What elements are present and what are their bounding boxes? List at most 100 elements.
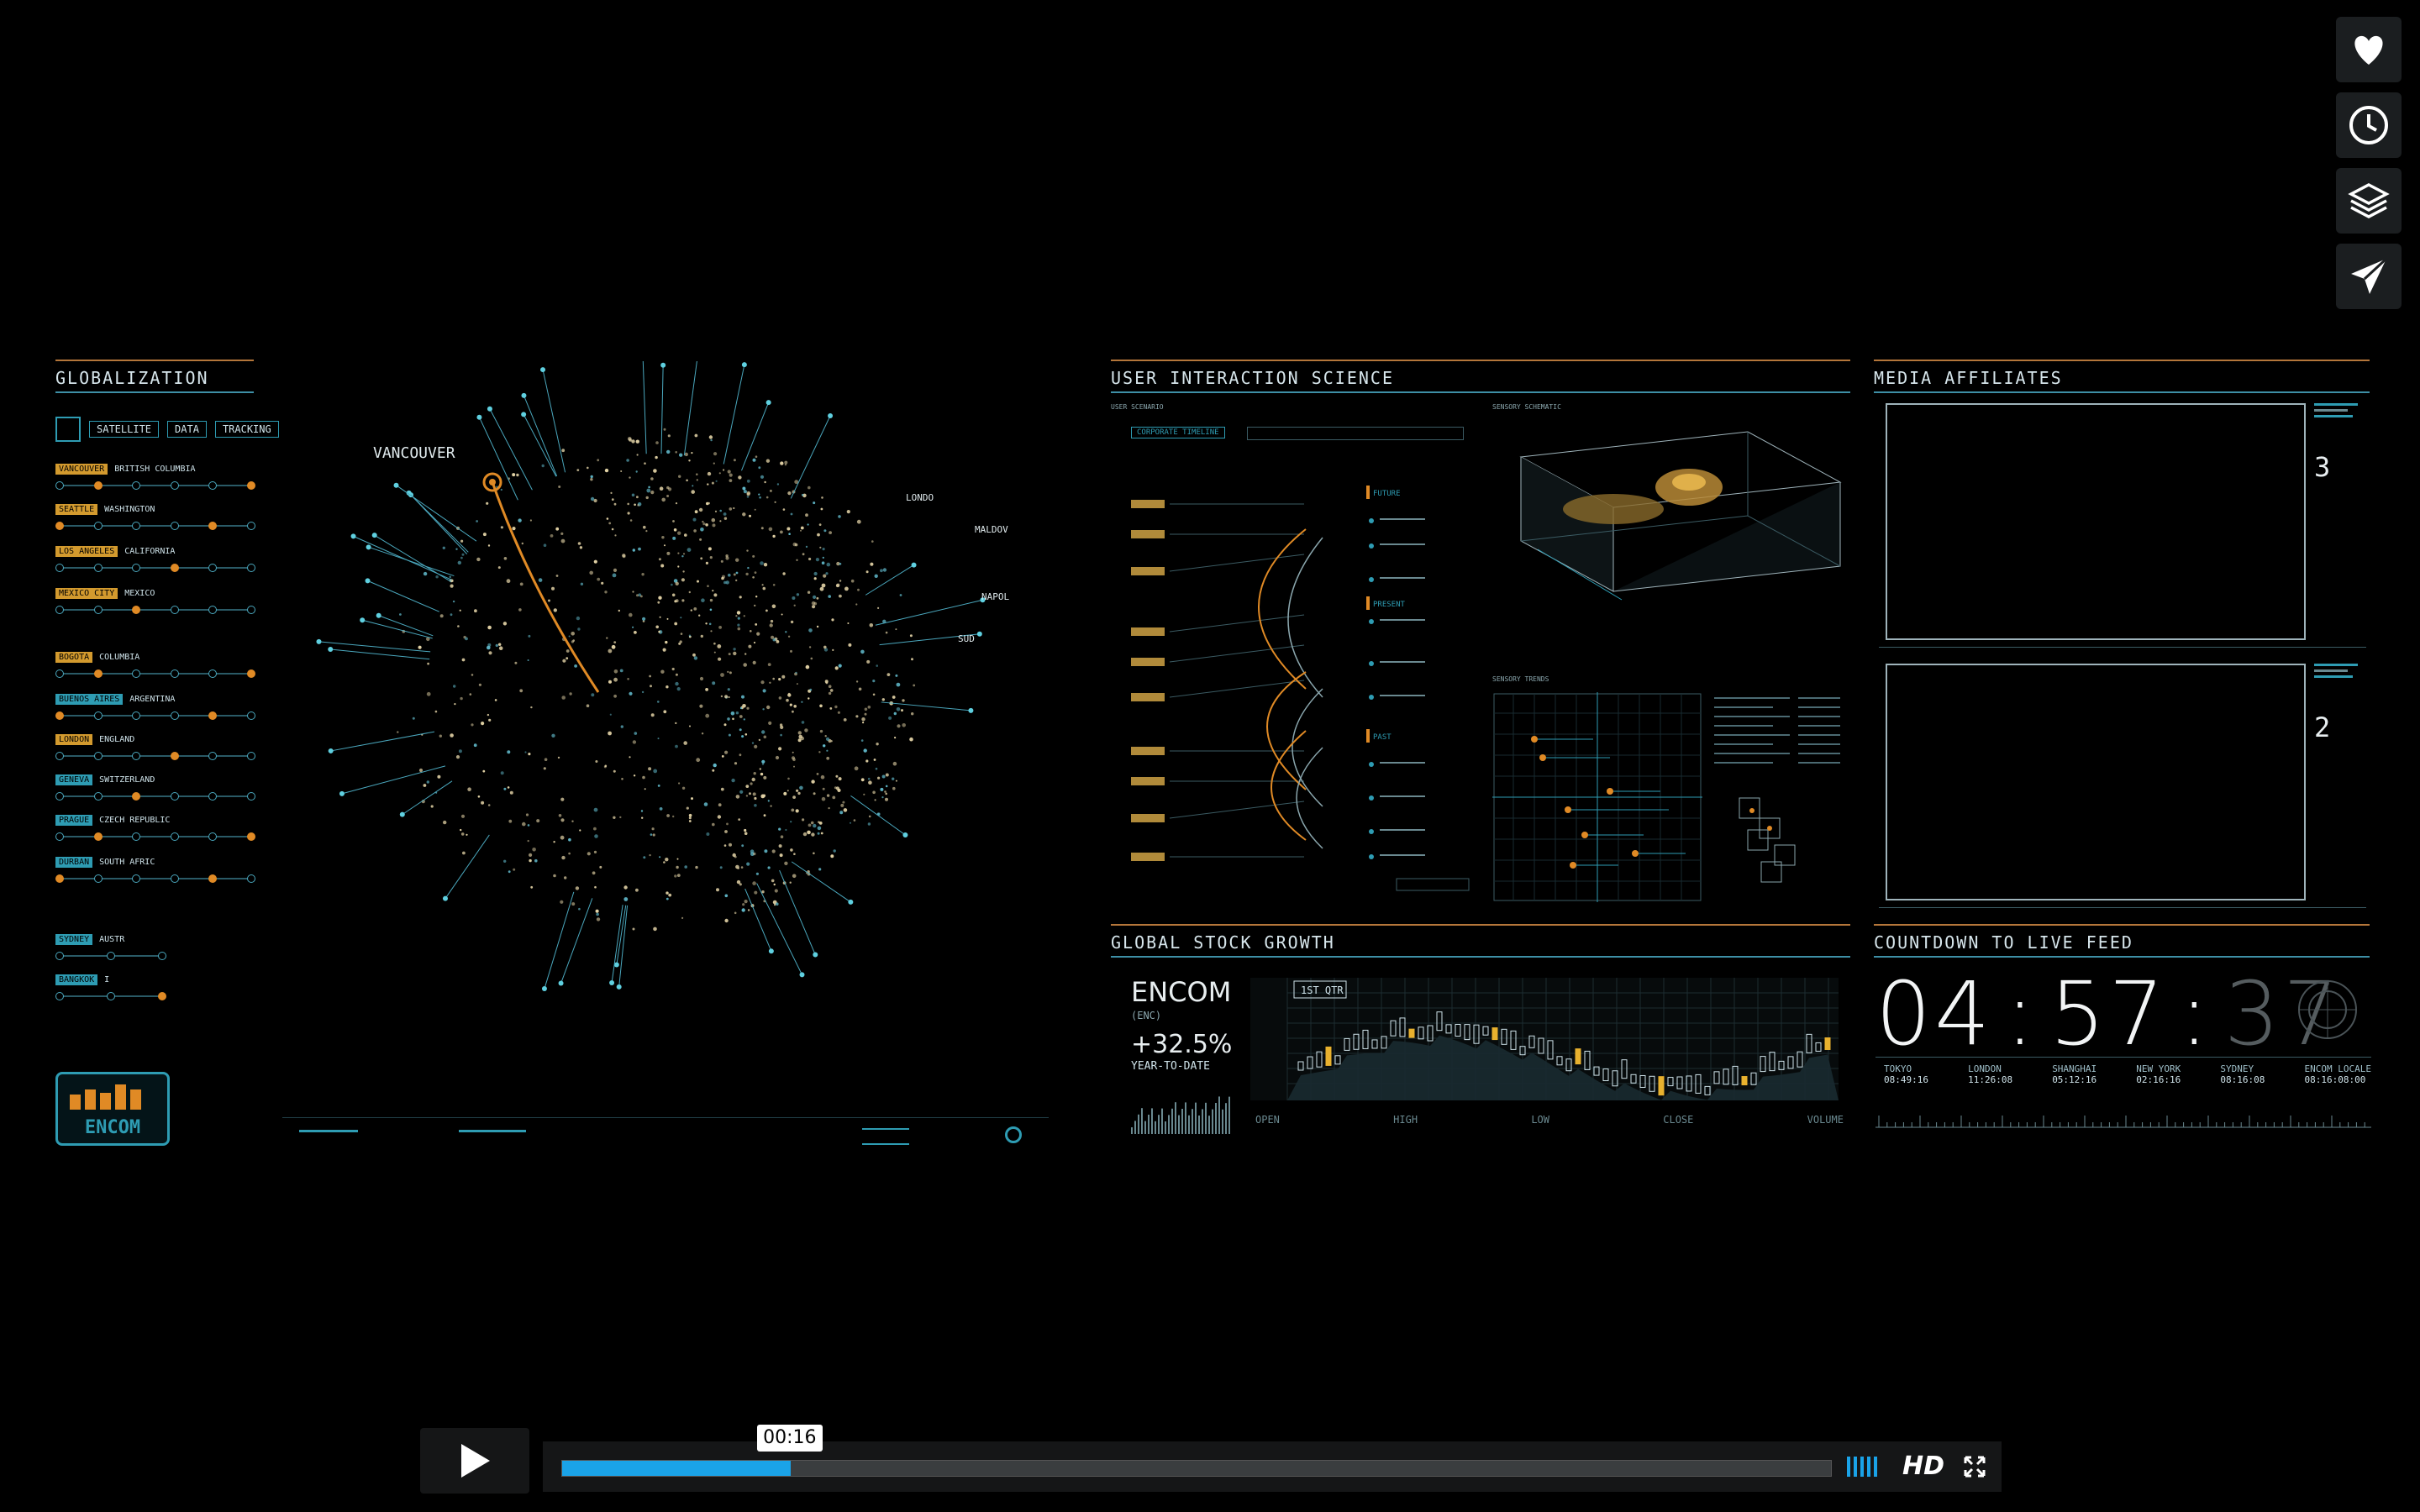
location-row[interactable]: BUENOS AIRES ARGENTINA bbox=[55, 694, 255, 720]
location-track bbox=[55, 711, 255, 720]
sensory-trends-chart bbox=[1492, 692, 1702, 902]
share-button[interactable] bbox=[2336, 244, 2402, 309]
sensory-trends-label: SENSORY TRENDS bbox=[1492, 675, 1549, 683]
timeline-filter-bar[interactable] bbox=[1247, 427, 1464, 440]
world-clock: SYDNEY 08:16:08 bbox=[2220, 1063, 2265, 1085]
location-tag: MEXICO CITY bbox=[55, 588, 118, 599]
volume-icon[interactable] bbox=[1847, 1457, 1884, 1477]
play-icon bbox=[461, 1444, 490, 1478]
world-clock: LONDON 11:26:08 bbox=[1968, 1063, 2012, 1085]
uis-sublabel-left: USER SCENARIO bbox=[1111, 403, 1164, 411]
location-region: SOUTH AFRIC bbox=[99, 858, 155, 867]
media-screen-1[interactable] bbox=[1886, 403, 2306, 640]
progress-fill bbox=[562, 1461, 791, 1476]
world-clock-time: 08:16:08 bbox=[2220, 1074, 2265, 1085]
location-track bbox=[55, 564, 255, 572]
location-tag: VANCOUVER bbox=[55, 464, 108, 475]
watch-later-button[interactable] bbox=[2336, 92, 2402, 158]
location-track bbox=[55, 522, 255, 530]
stock-footer: OPEN HIGH LOW CLOSE VOLUME bbox=[1255, 1114, 1844, 1126]
location-row[interactable]: SEATTLE WASHINGTON bbox=[55, 504, 255, 530]
location-tag: BUENOS AIRES bbox=[55, 694, 124, 705]
phase-past: PAST bbox=[1373, 733, 1392, 742]
world-clock-time: 11:26:08 bbox=[1968, 1074, 2013, 1085]
location-region: WASHINGTON bbox=[104, 505, 155, 514]
phase-present: PRESENT bbox=[1373, 601, 1406, 609]
world-clock: TOKYO 08:49:16 bbox=[1884, 1063, 1928, 1085]
location-row[interactable]: LOS ANGELES CALIFORNIA bbox=[55, 546, 255, 572]
world-clocks: TOKYO 08:49:16 LONDON 11:26:08 SHANGHAI 05:12… bbox=[1884, 1063, 2371, 1085]
corporate-timeline-label[interactable]: CORPORATE TIMELINE bbox=[1131, 427, 1225, 438]
world-clock-city: SHANGHAI bbox=[2052, 1063, 2097, 1074]
globe-footer-strip bbox=[282, 1117, 1049, 1160]
location-tag: LOS ANGELES bbox=[55, 546, 118, 557]
collections-button[interactable] bbox=[2336, 168, 2402, 234]
location-row[interactable]: BANGKOK I bbox=[55, 974, 254, 1000]
world-clock: SHANGHAI 05:12:16 bbox=[2052, 1063, 2096, 1085]
media-side-stats-2: 2 bbox=[2314, 664, 2365, 907]
location-tag: LONDON bbox=[55, 734, 93, 745]
globe-label-sud: SUD bbox=[958, 633, 975, 644]
send-icon bbox=[2351, 257, 2388, 294]
globe-label-napol: NAPOL bbox=[981, 591, 1009, 602]
location-track bbox=[55, 832, 255, 841]
countdown-minutes: 57 bbox=[2049, 963, 2168, 1065]
layers-icon bbox=[2348, 183, 2390, 218]
like-button[interactable] bbox=[2336, 17, 2402, 82]
world-clock-city: TOKYO bbox=[1884, 1063, 1912, 1074]
location-tag: BOGOTA bbox=[55, 652, 93, 663]
location-track bbox=[55, 481, 255, 490]
location-region: MEXICO bbox=[124, 589, 155, 598]
time-tooltip: 00:16 bbox=[756, 1425, 823, 1452]
location-row[interactable]: LONDON ENGLAND bbox=[55, 734, 255, 760]
play-button[interactable] bbox=[420, 1428, 529, 1494]
globalization-title: GLOBALIZATION bbox=[55, 368, 209, 388]
location-region: SWITZERLAND bbox=[99, 775, 155, 785]
fullscreen-icon[interactable] bbox=[1963, 1455, 1986, 1478]
progress-track[interactable] bbox=[561, 1460, 1832, 1477]
logo-text: ENCOM bbox=[84, 1117, 141, 1138]
location-row[interactable]: MEXICO CITY MEXICO bbox=[55, 588, 255, 614]
world-clock-time: 08:49:16 bbox=[1884, 1074, 1928, 1085]
globe-small-icon bbox=[55, 417, 81, 442]
uis-sublabel-right: SENSORY SCHEMATIC bbox=[1492, 403, 1561, 411]
media-title: MEDIA AFFILIATES bbox=[1874, 368, 2063, 388]
location-tag: SEATTLE bbox=[55, 504, 98, 515]
stock-candlestick-chart: 1ST QTR bbox=[1250, 978, 1839, 1100]
sensory-schematic-3d bbox=[1487, 415, 1850, 669]
radar-icon bbox=[2298, 980, 2357, 1039]
hd-toggle[interactable]: HD bbox=[1902, 1452, 1944, 1481]
tab-data[interactable]: DATA bbox=[167, 421, 207, 438]
location-row[interactable]: BOGOTA COLUMBIA bbox=[55, 652, 255, 678]
world-clock-time: 08:16:08:00 bbox=[2304, 1074, 2366, 1085]
stock-footer-volume: VOLUME bbox=[1807, 1114, 1844, 1126]
location-row[interactable]: DURBAN SOUTH AFRIC bbox=[55, 857, 255, 883]
location-tag: GENEVA bbox=[55, 774, 93, 785]
location-row[interactable]: SYDNEY AUSTR bbox=[55, 934, 254, 960]
globe-label-london: LONDO bbox=[906, 492, 934, 503]
location-track bbox=[55, 792, 255, 801]
stock-footer-open: OPEN bbox=[1255, 1114, 1280, 1126]
world-clock-time: 02:16:16 bbox=[2136, 1074, 2181, 1085]
globe-visualization: VANCOUVER LONDO MALDOV NAPOL SUD bbox=[316, 361, 1009, 991]
location-track bbox=[55, 606, 255, 614]
tab-tracking[interactable]: TRACKING bbox=[214, 421, 279, 438]
location-track bbox=[55, 874, 255, 883]
clock-icon bbox=[2349, 106, 2388, 144]
location-row[interactable]: PRAGUE CZECH REPUBLIC bbox=[55, 815, 255, 841]
location-row[interactable]: GENEVA SWITZERLAND bbox=[55, 774, 255, 801]
location-row[interactable]: VANCOUVER BRITISH COLUMBIA bbox=[55, 464, 255, 490]
stock-change-label: YEAR-TO-DATE bbox=[1131, 1060, 1210, 1073]
world-clock: NEW YORK 02:16:16 bbox=[2136, 1063, 2181, 1085]
location-track bbox=[55, 952, 166, 960]
location-tag: SYDNEY bbox=[55, 934, 93, 945]
media-screen-2[interactable] bbox=[1886, 664, 2306, 900]
tab-satellite[interactable]: SATELLITE bbox=[89, 421, 160, 438]
location-region: CALIFORNIA bbox=[124, 547, 176, 556]
world-clock-city: NEW YORK bbox=[2136, 1063, 2181, 1074]
location-track bbox=[55, 669, 255, 678]
stock-company: ENCOM bbox=[1131, 976, 1232, 1008]
location-region: AUSTR bbox=[99, 935, 125, 944]
location-tag: BANGKOK bbox=[55, 974, 98, 985]
location-region: CZECH REPUBLIC bbox=[99, 816, 171, 825]
